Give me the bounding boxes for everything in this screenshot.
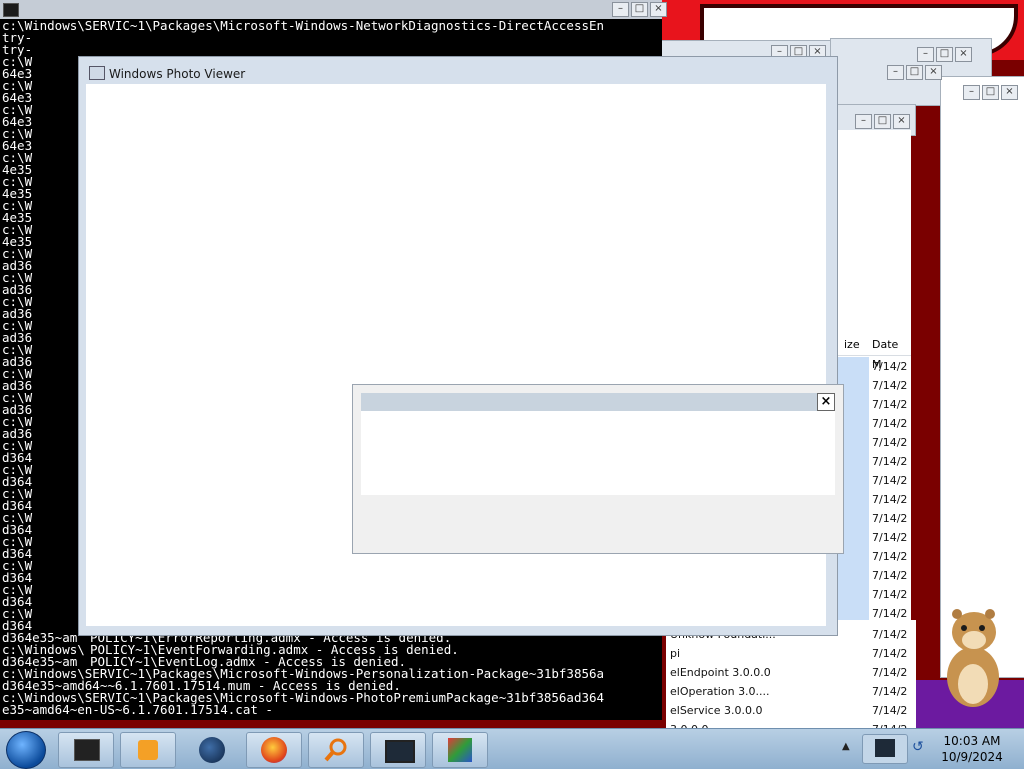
file-date-cell: 7/14/2 [872, 360, 908, 373]
file-name-cell[interactable]: elService 3.0.0.0 [670, 704, 762, 717]
console-icon [74, 739, 100, 761]
close-icon[interactable]: × [893, 114, 910, 129]
close-icon[interactable]: × [955, 47, 972, 62]
dialog-window[interactable]: × [352, 384, 844, 554]
minimize-icon[interactable]: – [612, 2, 629, 17]
file-row[interactable]: 7/14/2 [836, 528, 911, 547]
hamster-gadget-icon [947, 609, 999, 707]
tray-app-icon[interactable]: ↺ [912, 739, 926, 755]
clock[interactable]: 10:03 AM 10/9/2024 [932, 733, 1012, 765]
file-list-lower[interactable]: Unknow Foundati...7/14/2pi7/14/2elEndpoi… [666, 620, 916, 736]
search-icon [324, 738, 347, 762]
maximize-icon[interactable]: □ [906, 65, 923, 80]
taskbar-console-button[interactable] [58, 732, 114, 768]
file-name-cell[interactable]: pi [670, 647, 680, 660]
file-row[interactable]: 7/14/2 [836, 433, 911, 452]
console-line: e35~amd64~en-US~6.1.7601.17514.cat - [2, 702, 273, 717]
window-title: Windows Photo Viewer [109, 67, 246, 81]
file-row[interactable]: 7/14/2 [836, 357, 911, 376]
file-name-cell[interactable]: elOperation 3.0.... [670, 685, 770, 698]
dialog-body [361, 411, 835, 495]
file-date-cell: 7/14/2 [872, 474, 908, 487]
file-row[interactable]: 7/14/2 [836, 376, 911, 395]
background-window-3[interactable]: – □ × [940, 76, 1024, 678]
file-list[interactable]: ize Date M 7/14/2 7/14/2 7/14/2 7/14/2 7/14/… [835, 130, 911, 680]
file-row[interactable]: 7/14/2 [836, 585, 911, 604]
file-date-cell: 7/14/2 [872, 588, 908, 601]
console-line: c:\Windows\SERVIC~1\Packages\Microsoft-W… [2, 18, 605, 33]
file-row[interactable]: 7/14/2 [836, 566, 911, 585]
taskbar-search-button[interactable] [308, 732, 364, 768]
clock-date: 10/9/2024 [941, 750, 1003, 764]
close-icon[interactable]: × [650, 2, 667, 17]
file-date-cell: 7/14/2 [872, 398, 908, 411]
windows-start-icon[interactable] [6, 731, 46, 769]
tray-network-button[interactable] [862, 734, 908, 764]
file-date-cell: 7/14/2 [872, 531, 908, 544]
file-date-cell: 7/14/2 [872, 685, 908, 698]
file-row[interactable]: 7/14/2 [836, 471, 911, 490]
file-date-cell: 7/14/2 [872, 704, 908, 717]
file-date-cell: 7/14/2 [872, 647, 908, 660]
file-date-cell: 7/14/2 [872, 628, 908, 641]
close-icon[interactable]: × [1001, 85, 1018, 100]
dialog-titlebar[interactable] [361, 393, 835, 411]
taskbar-display-button[interactable] [370, 732, 426, 768]
display-icon [385, 740, 415, 763]
console-line: POLICY~1\EventLog.admx - Access is denie… [90, 654, 407, 669]
file-row[interactable]: 7/14/2 [836, 414, 911, 433]
size-column-header[interactable]: ize [844, 335, 860, 355]
file-date-cell: 7/14/2 [872, 379, 908, 392]
file-date-cell: 7/14/2 [872, 666, 908, 679]
file-row[interactable]: 7/14/2 [836, 509, 911, 528]
file-size-cell [836, 585, 869, 604]
taskbar-firefox-button[interactable] [246, 732, 302, 768]
maximize-icon[interactable]: □ [936, 47, 953, 62]
photo-viewer-icon [89, 66, 105, 80]
taskbar-media-button[interactable] [120, 732, 176, 768]
file-date-cell: 7/14/2 [872, 455, 908, 468]
file-row[interactable]: 7/14/2 [836, 452, 911, 471]
file-date-cell: 7/14/2 [872, 550, 908, 563]
close-button[interactable]: × [817, 393, 835, 411]
maximize-icon[interactable]: □ [982, 85, 999, 100]
file-list-header[interactable]: ize Date M [836, 335, 911, 371]
file-date-cell: 7/14/2 [872, 436, 908, 449]
file-date-cell: 7/14/2 [872, 512, 908, 525]
file-row[interactable]: 7/14/2 [836, 490, 911, 509]
network-icon [875, 739, 895, 757]
file-size-cell [836, 566, 869, 585]
minimize-icon[interactable]: – [917, 47, 934, 62]
file-size-cell [836, 357, 869, 376]
file-row[interactable]: 7/14/2 [836, 395, 911, 414]
file-date-cell: 7/14/2 [872, 493, 908, 506]
console-titlebar[interactable]: – □ × [0, 0, 667, 19]
close-icon[interactable]: × [925, 65, 942, 80]
firefox-icon [261, 737, 287, 763]
show-hidden-icons-icon[interactable]: ▲ [842, 741, 850, 752]
file-date-cell: 7/14/2 [872, 417, 908, 430]
taskbar: ▲ ↺ 10:03 AM 10/9/2024 [0, 728, 1024, 769]
taskbar-globe-button[interactable] [184, 732, 240, 768]
minimize-icon[interactable]: – [887, 65, 904, 80]
minimize-icon[interactable]: – [855, 114, 872, 129]
paint-icon [448, 738, 472, 762]
minimize-icon[interactable]: – [963, 85, 980, 100]
globe-icon [199, 737, 225, 763]
maximize-icon[interactable]: □ [631, 2, 648, 17]
file-row[interactable]: 7/14/2 [836, 547, 911, 566]
file-date-cell: 7/14/2 [872, 569, 908, 582]
taskbar-paint-button[interactable] [432, 732, 488, 768]
clock-time: 10:03 AM [943, 734, 1001, 748]
file-name-cell[interactable]: elEndpoint 3.0.0.0 [670, 666, 771, 679]
media-player-icon [138, 740, 158, 760]
maximize-icon[interactable]: □ [874, 114, 891, 129]
console-icon [3, 3, 19, 17]
